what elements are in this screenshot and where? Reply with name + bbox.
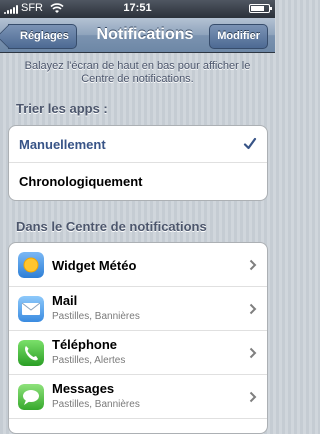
app-name: Messages (52, 381, 115, 396)
chevron-right-icon (249, 347, 257, 359)
back-button-label: Réglages (20, 30, 69, 42)
app-row-messages[interactable]: Messages Pastilles, Bannières (9, 375, 267, 419)
app-name: Mail (52, 293, 78, 308)
sort-option-chronological[interactable]: Chronologiquement (9, 163, 267, 200)
sort-option-manual[interactable]: Manuellement (9, 126, 267, 163)
notification-center-header: Dans le Centre de notifications (16, 219, 207, 234)
navigation-bar: Réglages Notifications Modifier (0, 18, 275, 53)
app-row-phone[interactable]: Téléphone Pastilles, Alertes (9, 331, 267, 375)
chevron-right-icon (249, 391, 257, 403)
app-row-mail[interactable]: Mail Pastilles, Bannières (9, 287, 267, 331)
app-notification-style: Pastilles, Bannières (52, 311, 140, 322)
edit-button[interactable]: Modifier (209, 24, 268, 49)
sort-section-header: Trier les apps : (16, 101, 108, 116)
back-button[interactable]: Réglages (8, 24, 77, 49)
app-row-weather-widget[interactable]: Widget Météo (9, 243, 267, 287)
sort-option-label: Chronologiquement (19, 174, 143, 189)
app-notification-style: Pastilles, Alertes (52, 355, 126, 366)
page-title: Notifications (96, 26, 194, 43)
app-name: Widget Météo (52, 258, 137, 273)
sort-options-group: Manuellement Chronologiquement (8, 125, 268, 201)
swipe-hint-text: Balayez l'écran de haut en bas pour affi… (24, 60, 251, 85)
app-notification-style: Pastilles, Bannières (52, 399, 140, 410)
chevron-right-icon (249, 259, 257, 271)
sort-option-label: Manuellement (19, 137, 106, 152)
phone-icon (18, 340, 44, 366)
battery-icon (249, 4, 272, 13)
messages-icon (18, 384, 44, 410)
weather-icon (18, 252, 44, 278)
checkmark-icon (243, 137, 257, 150)
mail-icon (18, 296, 44, 322)
app-name: Téléphone (52, 337, 118, 352)
status-bar: SFR 17:51 (0, 0, 275, 18)
chevron-right-icon (249, 303, 257, 315)
status-time: 17:51 (123, 2, 152, 14)
notification-apps-group: Widget Météo Mail Pastilles, Bannières T… (8, 242, 268, 434)
